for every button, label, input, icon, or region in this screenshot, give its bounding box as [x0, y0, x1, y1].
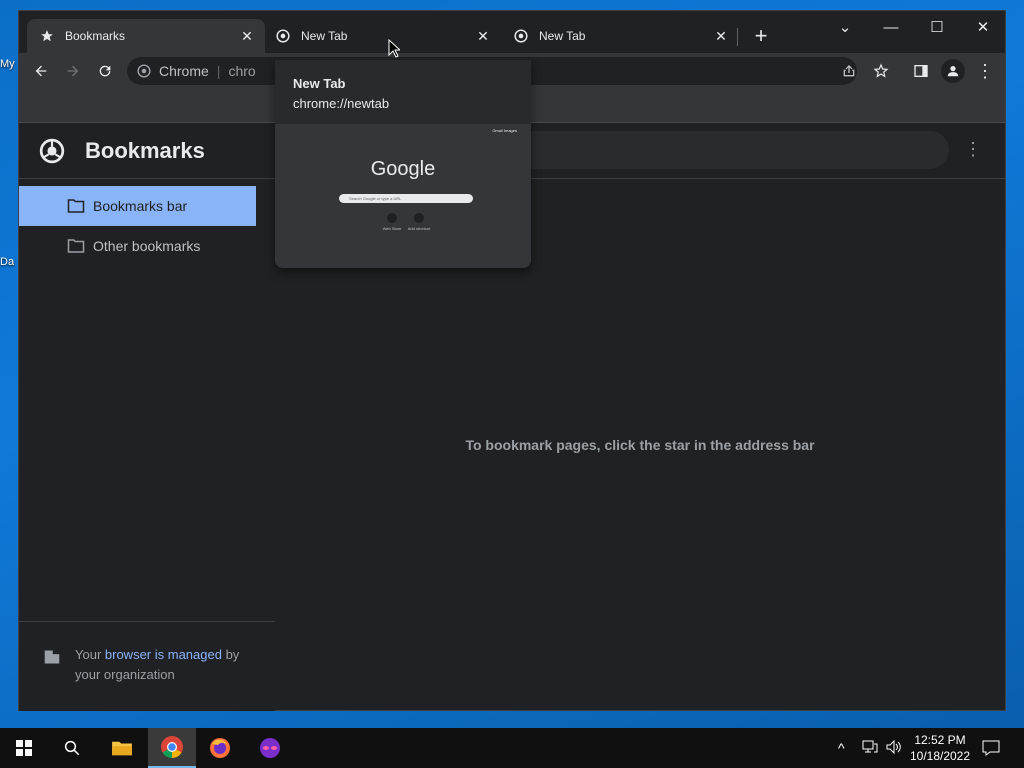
- tab-label: New Tab: [539, 29, 586, 43]
- chrome-logo-icon: [39, 138, 65, 169]
- tab-label: Bookmarks: [65, 29, 126, 43]
- omnibox-divider: |: [216, 63, 221, 79]
- omnibox-url: chro: [228, 63, 256, 79]
- preview-search-placeholder: Search Google or type a URL: [349, 196, 402, 201]
- close-window-button[interactable]: ✕: [963, 15, 1003, 41]
- menu-kebab-icon[interactable]: ⋮: [973, 59, 997, 83]
- managed-notice: Your browser is managed by your organiza…: [75, 645, 265, 685]
- preview-google-logo: Google: [370, 158, 436, 180]
- folder-icon: [67, 198, 85, 217]
- maximize-button[interactable]: ☐: [917, 15, 957, 41]
- back-icon[interactable]: [29, 59, 53, 83]
- site-chip: Chrome: [159, 63, 209, 79]
- more-actions-icon[interactable]: ⋮: [963, 139, 983, 163]
- close-icon[interactable]: ✕: [713, 28, 729, 44]
- managed-prefix: Your: [75, 647, 105, 662]
- search-icon[interactable]: [48, 728, 96, 768]
- forward-icon[interactable]: [61, 59, 85, 83]
- show-hidden-icons-icon[interactable]: ^: [838, 740, 845, 756]
- clock-time: 12:52 PM: [914, 733, 966, 747]
- clock-date: 10/18/2022: [909, 749, 971, 763]
- chrome-icon: [513, 28, 529, 44]
- minimize-button[interactable]: —: [871, 15, 911, 41]
- tab-search-button[interactable]: ⌄: [825, 15, 865, 41]
- tab-new-tab[interactable]: New Tab ✕: [501, 19, 739, 53]
- new-tab-button[interactable]: +: [751, 25, 771, 47]
- star-icon: [39, 28, 55, 44]
- tab-hover-card: New Tab chrome://newtab Gmail Images Goo…: [275, 60, 531, 268]
- desktop-icon-label[interactable]: My: [0, 58, 20, 70]
- chrome-icon: [137, 64, 151, 78]
- hover-card-title: New Tab: [293, 76, 346, 91]
- taskbar-clock[interactable]: 12:52 PM 10/18/2022: [900, 732, 980, 764]
- tab-separator: [737, 28, 738, 46]
- tab-strip: Bookmarks ✕ New Tab ✕ New Tab ✕ + ⌄ — ☐ …: [19, 11, 1005, 53]
- preview-shortcut-icon: [414, 213, 424, 223]
- empty-state-message: To bookmark pages, click the star in the…: [465, 437, 815, 453]
- close-icon[interactable]: ✕: [475, 28, 491, 44]
- hover-card-url: chrome://newtab: [293, 96, 390, 111]
- chrome-taskbar-icon[interactable]: [148, 728, 196, 768]
- browser-window: Bookmarks ✕ New Tab ✕ New Tab ✕ + ⌄ — ☐ …: [18, 10, 1006, 711]
- building-icon: [43, 649, 61, 670]
- preview-shortcut-label: Web Store: [382, 226, 402, 231]
- profile-icon[interactable]: [941, 59, 965, 83]
- bookmarks-sidebar: Bookmarks bar Other bookmarks Your brows…: [19, 179, 275, 711]
- firefox-icon[interactable]: [196, 728, 244, 768]
- side-panel-icon[interactable]: [909, 59, 933, 83]
- network-icon[interactable]: [862, 740, 878, 757]
- preview-search-box: Search Google or type a URL: [339, 194, 473, 203]
- tab-new-tab[interactable]: New Tab ✕: [263, 19, 501, 53]
- divider: [19, 621, 275, 622]
- bookmark-star-icon[interactable]: [869, 59, 893, 83]
- sidebar-item-other-bookmarks[interactable]: Other bookmarks: [19, 226, 256, 266]
- desktop-icon-label[interactable]: Da: [0, 256, 20, 268]
- sidebar-item-label: Bookmarks bar: [93, 198, 188, 214]
- taskbar: ^ 12:52 PM 10/18/2022: [0, 728, 1024, 768]
- file-explorer-icon[interactable]: [98, 728, 146, 768]
- managed-link[interactable]: browser is managed: [105, 647, 222, 662]
- mouse-cursor-icon: [388, 38, 402, 64]
- folder-icon: [67, 238, 85, 257]
- preview-top-links: Gmail Images: [492, 128, 517, 133]
- app-mask-icon[interactable]: [246, 728, 294, 768]
- share-icon[interactable]: [837, 59, 861, 83]
- sidebar-item-label: Other bookmarks: [93, 238, 201, 254]
- tab-preview-thumbnail: Gmail Images Google Search Google or typ…: [275, 124, 531, 268]
- page-title: Bookmarks: [85, 138, 205, 163]
- windows-start-icon[interactable]: [0, 728, 48, 768]
- chrome-icon: [275, 28, 291, 44]
- preview-shortcut-label: Add shortcut: [407, 226, 431, 231]
- notification-icon[interactable]: [982, 740, 1000, 759]
- preview-shortcut-icon: [387, 213, 397, 223]
- reload-icon[interactable]: [93, 59, 117, 83]
- close-icon[interactable]: ✕: [239, 28, 255, 44]
- sidebar-item-bookmarks-bar[interactable]: Bookmarks bar: [19, 186, 256, 226]
- tab-bookmarks[interactable]: Bookmarks ✕: [27, 19, 265, 53]
